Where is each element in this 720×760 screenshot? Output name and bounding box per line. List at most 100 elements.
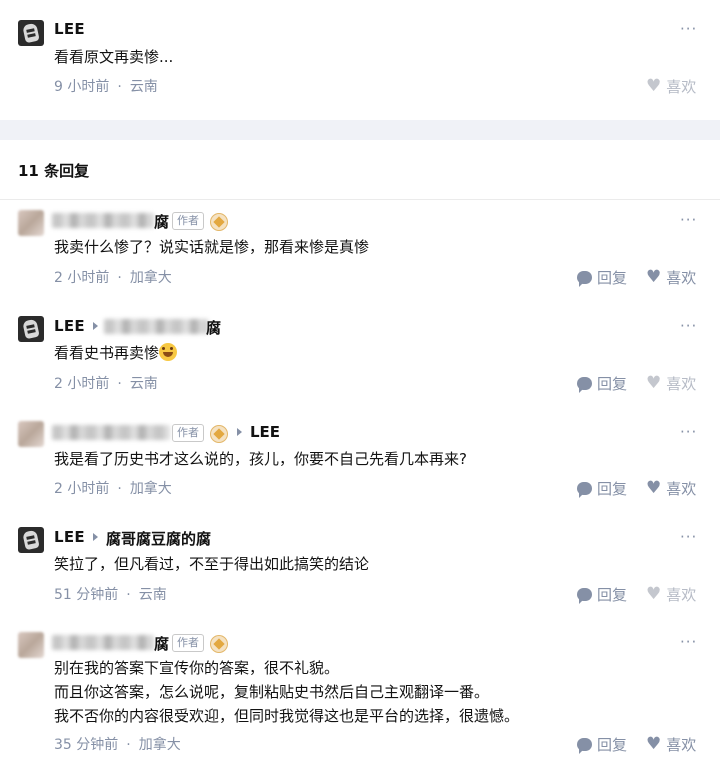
reply-button[interactable]: 回复 [577, 267, 627, 288]
comment-location: 云南 [129, 79, 158, 95]
heart-icon: ♥ [646, 478, 662, 498]
reply-arrow-icon [93, 533, 98, 541]
blurred-avatar[interactable] [18, 210, 44, 236]
reply-arrow-icon [237, 428, 242, 436]
author-tag: 作者 [172, 424, 204, 442]
comment-time: 9 小时前 [54, 79, 110, 95]
author-name[interactable]: LEE [54, 528, 85, 546]
reply-button[interactable]: 回复 [577, 734, 627, 755]
blurred-avatar[interactable] [18, 632, 44, 658]
avatar[interactable] [18, 527, 44, 553]
reply-text: 笑拉了，但凡看过，不至于得出如此搞笑的结论 [54, 555, 370, 573]
author-name[interactable]: LEE [54, 20, 85, 38]
author-name-tail[interactable]: 腐 [154, 633, 169, 654]
like-button[interactable]: ♥ 喜欢 [646, 478, 696, 499]
more-icon[interactable]: ··· [680, 211, 697, 229]
reply-meta: 35 分钟前 · 加拿大 [54, 734, 181, 754]
meta-separator: · [117, 79, 122, 95]
reply-label: 回复 [597, 480, 628, 498]
meta-separator: · [117, 376, 122, 392]
reply-button[interactable]: 回复 [577, 478, 627, 499]
comment-bubble-icon [577, 271, 592, 287]
reply-time: 51 分钟前 [54, 587, 119, 603]
reply-arrow-icon [93, 322, 98, 330]
replies-count: 11 条回复 [18, 162, 90, 180]
like-button[interactable]: ♥ 喜欢 [646, 734, 696, 755]
reply-to-name-tail[interactable]: 腐 [206, 317, 221, 338]
like-label: 喜欢 [666, 269, 697, 287]
author-badge-icon [210, 635, 228, 653]
heart-icon: ♥ [646, 584, 662, 604]
author-badge-icon [210, 213, 228, 231]
reply-label: 回复 [597, 375, 628, 393]
blurred-author-name[interactable] [52, 213, 154, 228]
like-button[interactable]: ♥ 喜欢 [646, 267, 696, 288]
reply-text: 看看史书再卖惨 [54, 342, 178, 364]
reply-time: 2 小时前 [54, 376, 110, 392]
avatar[interactable] [18, 316, 44, 342]
reply-text-line: 而且你这答案，怎么说呢，复制粘贴史书然后自己主观翻译一番。 [54, 683, 490, 701]
comments-page: LEE ··· 看看原文再卖惨... 9 小时前 · 云南 ♥ 喜欢 11 条回复 腐… [0, 0, 720, 760]
reply-text-line: 我不否你的内容很受欢迎，但同时我觉得这也是平台的选择，很遗憾。 [54, 707, 520, 725]
like-button[interactable]: ♥ 喜欢 [646, 373, 696, 394]
like-label: 喜欢 [666, 586, 697, 604]
reply-to-name[interactable]: 腐哥腐豆腐的腐 [106, 528, 211, 549]
blurred-avatar[interactable] [18, 421, 44, 447]
like-button[interactable]: ♥ 喜欢 [646, 76, 696, 97]
reply-location: 云南 [138, 587, 167, 603]
reply-time: 2 小时前 [54, 270, 110, 286]
reply-text-line: 别在我的答案下宣传你的答案，很不礼貌。 [54, 659, 340, 677]
meta-separator: · [117, 481, 122, 497]
blurred-author-name[interactable] [52, 425, 170, 440]
heart-icon: ♥ [646, 267, 662, 287]
reply-text-body: 看看史书再卖惨 [54, 344, 160, 362]
reply-button[interactable]: 回复 [577, 584, 627, 605]
more-icon[interactable]: ··· [680, 317, 697, 335]
blurred-reply-to-name[interactable] [104, 319, 208, 334]
author-badge-icon [210, 425, 228, 443]
like-label: 喜欢 [666, 480, 697, 498]
reply-label: 回复 [597, 736, 628, 754]
reply-meta: 2 小时前 · 加拿大 [54, 478, 172, 498]
heart-icon: ♥ [646, 373, 662, 393]
more-icon[interactable]: ··· [680, 20, 697, 38]
more-icon[interactable]: ··· [680, 423, 697, 441]
meta-separator: · [126, 587, 131, 603]
comment-bubble-icon [577, 738, 592, 754]
reply-time: 35 分钟前 [54, 737, 119, 753]
like-label: 喜欢 [666, 375, 697, 393]
more-icon[interactable]: ··· [680, 633, 697, 651]
reply-meta: 2 小时前 · 云南 [54, 373, 158, 393]
author-tag: 作者 [172, 212, 204, 230]
meta-separator: · [117, 270, 122, 286]
like-button[interactable]: ♥ 喜欢 [646, 584, 696, 605]
reply-button[interactable]: 回复 [577, 373, 627, 394]
comment-text: 看看原文再卖惨... [54, 48, 174, 66]
top-comment: LEE ··· 看看原文再卖惨... 9 小时前 · 云南 ♥ 喜欢 [0, 0, 720, 120]
author-name[interactable]: LEE [54, 317, 85, 335]
author-tag: 作者 [172, 634, 204, 652]
reply-text: 我卖什么惨了？说实话就是惨，那看来惨是真惨 [54, 238, 370, 256]
comment-bubble-icon [577, 482, 592, 498]
reply-to-name[interactable]: LEE [250, 423, 280, 441]
reply-location: 云南 [129, 376, 158, 392]
divider [0, 199, 720, 200]
meta-separator: · [126, 737, 131, 753]
author-name-tail[interactable]: 腐 [154, 211, 169, 232]
like-label: 喜欢 [666, 78, 697, 96]
reply-label: 回复 [597, 269, 628, 287]
reply-meta: 2 小时前 · 加拿大 [54, 267, 172, 287]
reply-location: 加拿大 [129, 481, 172, 497]
reply-meta: 51 分钟前 · 云南 [54, 584, 167, 604]
reply-location: 加拿大 [129, 270, 172, 286]
rofl-emoji-icon [159, 343, 178, 361]
reply-time: 2 小时前 [54, 481, 110, 497]
section-divider-band [0, 120, 720, 140]
avatar[interactable] [18, 20, 44, 46]
reply-location: 加拿大 [138, 737, 181, 753]
blurred-author-name[interactable] [52, 635, 154, 650]
reply-text: 我是看了历史书才这么说的，孩儿，你要不自己先看几本再来? [54, 450, 467, 468]
more-icon[interactable]: ··· [680, 528, 697, 546]
reply-label: 回复 [597, 586, 628, 604]
like-label: 喜欢 [666, 736, 697, 754]
